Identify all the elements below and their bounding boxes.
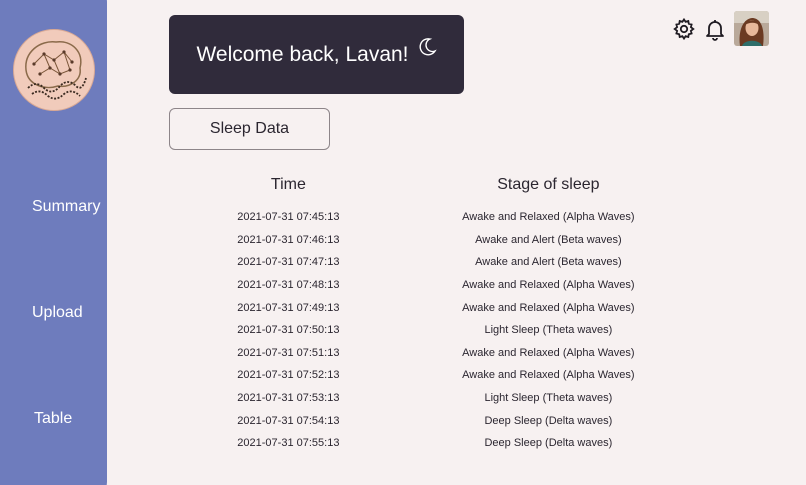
table-row: 2021-07-31 07:55:13 Deep Sleep (Delta wa… (200, 432, 720, 455)
table-row: 2021-07-31 07:53:13 Light Sleep (Theta w… (200, 387, 720, 410)
welcome-banner: Welcome back, Lavan! (169, 15, 464, 94)
cell-time: 2021-07-31 07:51:13 (237, 346, 340, 359)
table-row: 2021-07-31 07:48:13 Awake and Relaxed (A… (200, 274, 720, 297)
table-body: 2021-07-31 07:45:13 Awake and Relaxed (A… (200, 206, 720, 455)
cell-time: 2021-07-31 07:50:13 (237, 324, 340, 337)
cell-stage: Light Sleep (Theta waves) (484, 324, 613, 337)
cell-time: 2021-07-31 07:48:13 (237, 279, 340, 292)
table-row: 2021-07-31 07:45:13 Awake and Relaxed (A… (200, 206, 720, 229)
sidebar-item-table[interactable]: Table (34, 410, 72, 428)
cell-stage: Awake and Relaxed (Alpha Waves) (462, 279, 635, 292)
cell-stage: Awake and Relaxed (Alpha Waves) (462, 346, 635, 359)
sidebar-item-summary[interactable]: Summary (32, 198, 100, 216)
table-row: 2021-07-31 07:52:13 Awake and Relaxed (A… (200, 364, 720, 387)
moon-icon (417, 37, 437, 63)
cell-stage: Light Sleep (Theta waves) (484, 392, 613, 405)
cell-time: 2021-07-31 07:52:13 (237, 369, 340, 382)
table-header: Time Stage of sleep (200, 176, 720, 200)
sidebar: Summary Upload Table (0, 0, 107, 485)
table-row: 2021-07-31 07:49:13 Awake and Relaxed (A… (200, 296, 720, 319)
sleep-data-button[interactable]: Sleep Data (169, 108, 330, 150)
cell-stage: Awake and Alert (Beta waves) (475, 233, 622, 246)
cell-time: 2021-07-31 07:46:13 (237, 233, 340, 246)
cell-stage: Deep Sleep (Delta waves) (484, 437, 613, 450)
sidebar-item-upload[interactable]: Upload (32, 304, 83, 322)
column-header-time: Time (270, 176, 306, 193)
cell-stage: Awake and Alert (Beta waves) (475, 256, 622, 269)
cell-time: 2021-07-31 07:47:13 (237, 256, 340, 269)
cell-time: 2021-07-31 07:54:13 (237, 414, 340, 427)
cell-stage: Awake and Relaxed (Alpha Waves) (462, 369, 635, 382)
table-row: 2021-07-31 07:54:13 Deep Sleep (Delta wa… (200, 409, 720, 432)
table-row: 2021-07-31 07:46:13 Awake and Alert (Bet… (200, 229, 720, 252)
cell-stage: Awake and Relaxed (Alpha Waves) (462, 301, 635, 314)
column-header-stage: Stage of sleep (497, 176, 600, 193)
sleep-data-table: Time Stage of sleep 2021-07-31 07:45:13 … (200, 176, 720, 455)
brain-logo-icon[interactable] (13, 29, 95, 111)
cell-stage: Awake and Relaxed (Alpha Waves) (462, 211, 635, 224)
cell-time: 2021-07-31 07:53:13 (237, 392, 340, 405)
cell-time: 2021-07-31 07:55:13 (237, 437, 340, 450)
cell-time: 2021-07-31 07:45:13 (237, 211, 340, 224)
welcome-text: Welcome back, Lavan! (196, 42, 409, 66)
cell-time: 2021-07-31 07:49:13 (237, 301, 340, 314)
cell-stage: Deep Sleep (Delta waves) (484, 414, 613, 427)
bell-icon[interactable] (703, 17, 727, 41)
app-page: Summary Upload Table Welcome back, Lavan… (0, 0, 806, 485)
table-row: 2021-07-31 07:51:13 Awake and Relaxed (A… (200, 342, 720, 365)
gear-icon[interactable] (672, 17, 696, 41)
table-row: 2021-07-31 07:50:13 Light Sleep (Theta w… (200, 319, 720, 342)
table-row: 2021-07-31 07:47:13 Awake and Alert (Bet… (200, 251, 720, 274)
avatar[interactable] (734, 11, 769, 46)
